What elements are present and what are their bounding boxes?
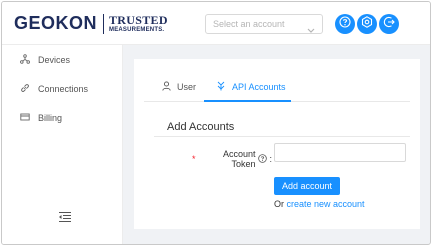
logo-geokon: GEOKON: [14, 13, 98, 33]
sidebar-item-label: Billing: [38, 113, 63, 123]
logo-trusted: TRUSTED: [109, 13, 168, 27]
sidebar: Devices Connections Billing: [2, 45, 123, 244]
user-icon: [162, 81, 177, 93]
chevron-down-icon: [307, 21, 315, 39]
tab-api-accounts[interactable]: API Accounts: [216, 79, 286, 95]
account-select[interactable]: Select an account: [205, 14, 323, 34]
add-account-button[interactable]: Add account: [274, 177, 340, 195]
help-button[interactable]: [335, 14, 355, 34]
menu-fold-icon: [58, 210, 72, 227]
tab-label: User: [177, 82, 197, 92]
top-header: GEOKON TRUSTED MEASUREMENTS. Select an a…: [2, 2, 430, 45]
create-account-hint: Or create new account: [274, 199, 365, 209]
active-tab-indicator: [204, 100, 291, 102]
required-mark: *: [192, 154, 196, 164]
or-text: Or: [274, 199, 284, 209]
sidebar-item-connections[interactable]: Connections: [20, 82, 88, 96]
account-token-input[interactable]: [274, 143, 406, 162]
logo-divider: [103, 14, 104, 34]
section-divider: [154, 136, 410, 137]
tab-user[interactable]: User: [162, 79, 196, 95]
sidebar-item-devices[interactable]: Devices: [20, 53, 70, 67]
settings-icon: [361, 15, 373, 33]
link-icon: [20, 83, 38, 95]
api-icon: [216, 81, 232, 93]
label-separator: :: [269, 154, 272, 164]
sidebar-item-label: Devices: [38, 55, 71, 65]
logo-measurements: MEASUREMENTS.: [109, 27, 165, 33]
logout-icon: [383, 15, 395, 33]
create-new-account-link[interactable]: create new account: [287, 199, 365, 209]
devices-icon: [20, 54, 38, 66]
app-window: GEOKON TRUSTED MEASUREMENTS. Select an a…: [1, 1, 431, 245]
account-select-placeholder: Select an account: [213, 19, 285, 29]
logout-button[interactable]: [379, 14, 399, 34]
main-card: User API Accounts Add Accounts * Account…: [134, 59, 420, 229]
help-icon: [339, 15, 351, 33]
question-circle-icon[interactable]: [258, 153, 268, 165]
settings-button[interactable]: [357, 14, 377, 34]
credit-card-icon: [20, 112, 38, 124]
sidebar-collapse-button[interactable]: [58, 210, 72, 228]
section-title: Add Accounts: [167, 121, 235, 133]
tab-label: API Accounts: [232, 82, 286, 92]
account-token-label-text: Account Token: [222, 149, 256, 169]
sidebar-item-billing[interactable]: Billing: [20, 111, 62, 125]
sidebar-item-label: Connections: [38, 84, 89, 94]
account-token-label: * Account Token :: [192, 149, 272, 169]
